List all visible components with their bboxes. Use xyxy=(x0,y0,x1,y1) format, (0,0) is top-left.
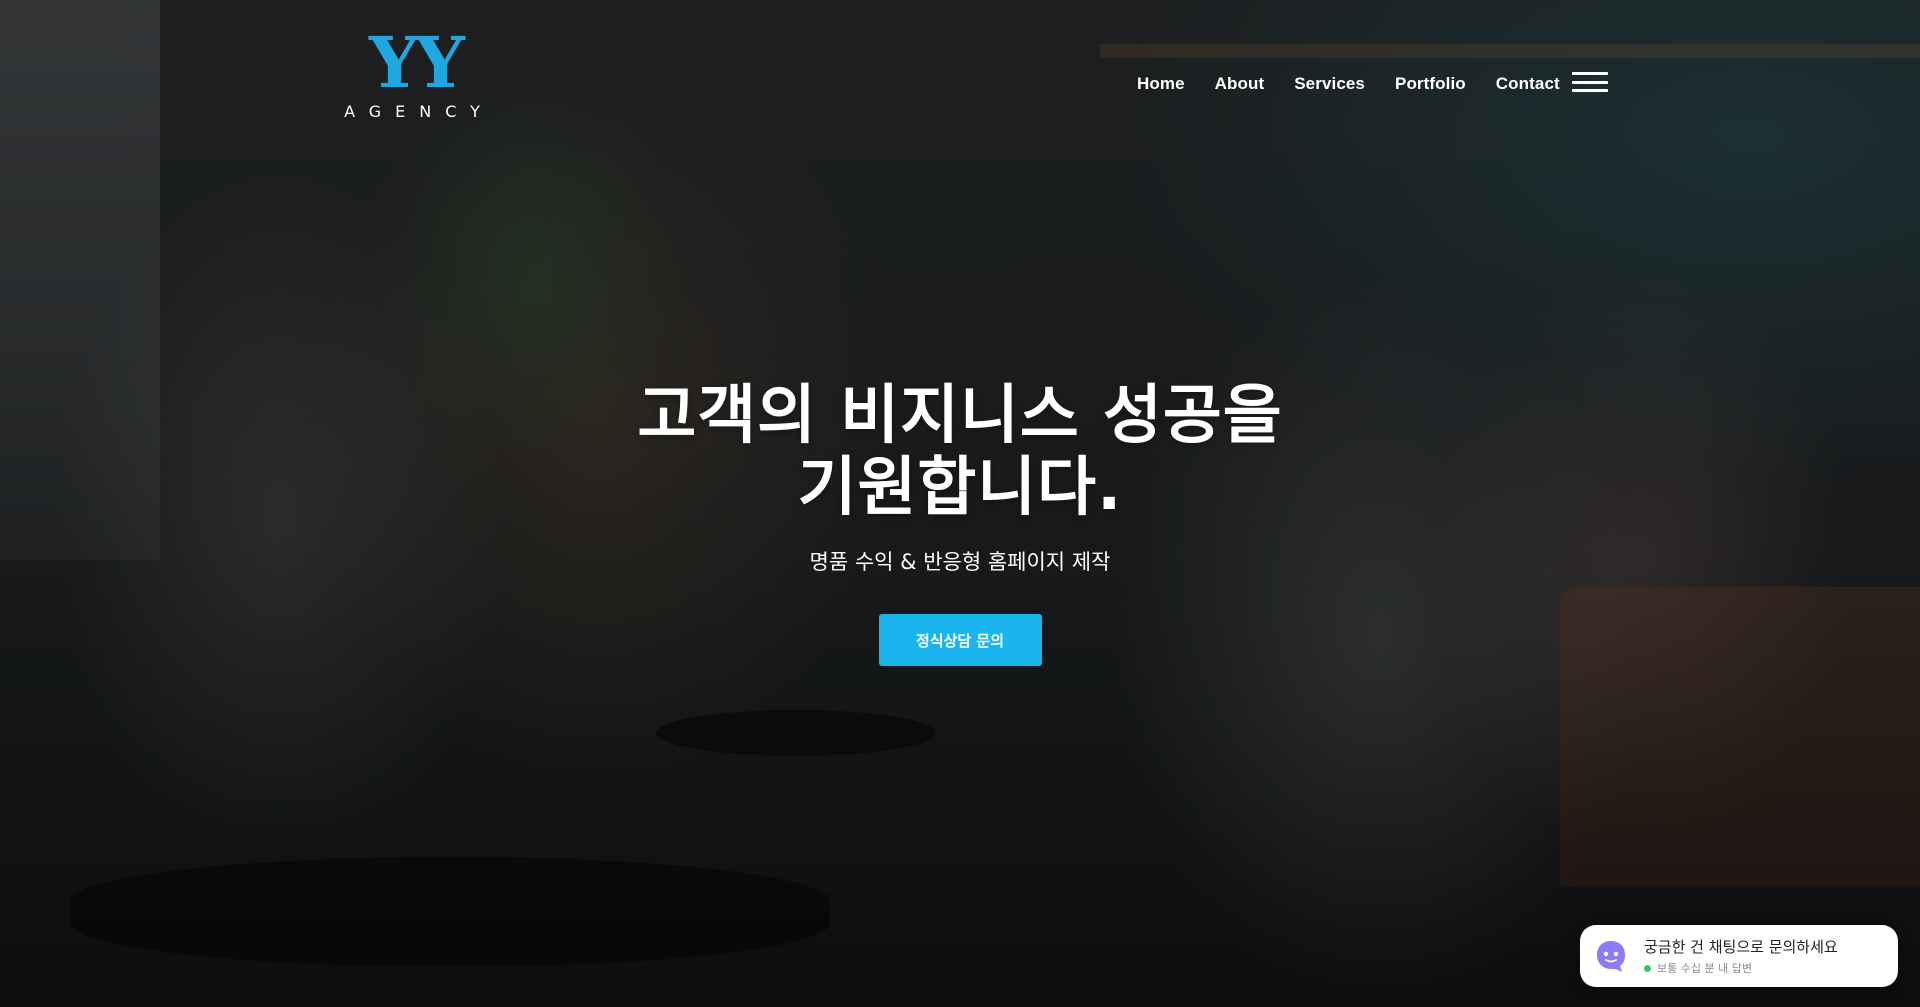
hero-title-line-2: 기원합니다. xyxy=(797,451,1123,525)
nav-portfolio[interactable]: Portfolio xyxy=(1395,74,1466,94)
hero-section: 고객의 비지니스 성공을 기원합니다. 명품 수익 & 반응형 홈페이지 제작 … xyxy=(0,380,1920,666)
chat-text: 궁금한 건 채팅으로 문의하세요 보통 수십 분 내 답변 xyxy=(1644,936,1838,976)
chat-bot-icon xyxy=(1594,939,1628,973)
nav-home[interactable]: Home xyxy=(1137,74,1185,94)
nav-contact[interactable]: Contact xyxy=(1496,74,1560,94)
hamburger-line xyxy=(1572,72,1608,75)
chat-widget[interactable]: 궁금한 건 채팅으로 문의하세요 보통 수십 분 내 답변 xyxy=(1580,925,1898,987)
logo-mark: YY xyxy=(369,21,465,104)
chat-status-text: 보통 수십 분 내 답변 xyxy=(1657,962,1752,975)
online-status-dot xyxy=(1644,964,1651,972)
chat-status: 보통 수십 분 내 답변 xyxy=(1644,960,1838,976)
nav-services[interactable]: Services xyxy=(1294,74,1365,94)
hamburger-line xyxy=(1572,89,1608,92)
nav-about[interactable]: About xyxy=(1215,74,1265,94)
chat-title: 궁금한 건 채팅으로 문의하세요 xyxy=(1644,938,1838,956)
site-logo[interactable]: YY AGENCY xyxy=(330,21,500,122)
hero-title: 고객의 비지니스 성공을 기원합니다. xyxy=(0,380,1920,524)
hero-subtitle: 명품 수익 & 반응형 홈페이지 제작 xyxy=(809,550,1111,574)
hamburger-line xyxy=(1572,80,1608,84)
consultation-button[interactable]: 정식상담 문의 xyxy=(878,614,1042,666)
hero-title-line-1: 고객의 비지니스 성공을 xyxy=(637,379,1283,453)
hamburger-icon[interactable] xyxy=(1572,72,1608,92)
main-nav: Home About Services Portfolio Contact xyxy=(1137,74,1560,94)
logo-subtitle: AGENCY xyxy=(344,102,494,121)
